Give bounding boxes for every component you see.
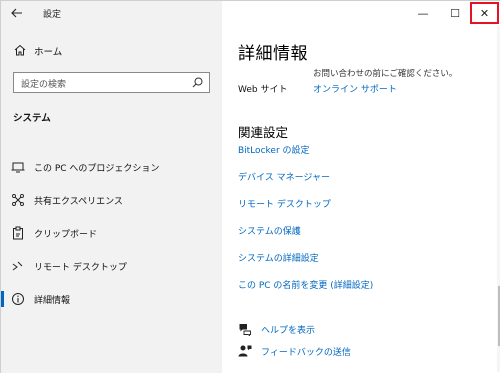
sidebar-section-system: システム bbox=[13, 113, 51, 124]
close-icon: ✕ bbox=[479, 6, 490, 20]
arrow-left-icon bbox=[11, 8, 22, 18]
app-title: 設定 bbox=[43, 10, 62, 20]
feedback-label: フィードバックの送信 bbox=[261, 348, 351, 358]
feedback-icon bbox=[238, 345, 252, 357]
device-manager-link[interactable]: デバイス マネージャー bbox=[238, 170, 330, 183]
online-support-link[interactable]: オンライン サポート bbox=[313, 82, 397, 95]
sidebar-item-label: クリップボード bbox=[34, 230, 98, 240]
rename-pc-link[interactable]: この PC の名前を変更 (詳細設定) bbox=[238, 278, 373, 291]
minimize-button[interactable]: — bbox=[408, 1, 438, 25]
back-button[interactable] bbox=[7, 3, 27, 23]
get-help-label: ヘルプを表示 bbox=[261, 326, 316, 336]
sidebar-item-label: リモート デスクトップ bbox=[34, 263, 127, 273]
sidebar-item-shared-experiences[interactable]: 共有エクスペリエンス bbox=[1, 187, 222, 213]
home-icon bbox=[14, 44, 26, 56]
maximize-button[interactable]: ☐ bbox=[440, 1, 470, 25]
search-input[interactable]: 設定の検索 bbox=[13, 72, 210, 93]
sidebar-item-projection[interactable]: この PC へのプロジェクション bbox=[1, 154, 222, 180]
sidebar: 設定 ホーム 設定の検索 システム この PC へのプロジェクション 共有エクス… bbox=[1, 1, 222, 373]
shared-experiences-icon bbox=[12, 194, 24, 206]
close-button[interactable]: ✕ bbox=[470, 2, 499, 24]
web-site-label: Web サイト bbox=[238, 85, 288, 95]
sidebar-item-clipboard[interactable]: クリップボード bbox=[1, 220, 222, 246]
selected-indicator bbox=[1, 291, 4, 307]
bitlocker-settings-link[interactable]: BitLocker の設定 bbox=[238, 143, 310, 156]
clipboard-icon bbox=[13, 226, 23, 240]
search-placeholder: 設定の検索 bbox=[21, 80, 67, 90]
advanced-system-settings-link[interactable]: システムの詳細設定 bbox=[238, 251, 319, 264]
settings-window: 設定 ホーム 設定の検索 システム この PC へのプロジェクション 共有エクス… bbox=[0, 0, 500, 373]
sidebar-item-about[interactable]: 詳細情報 bbox=[1, 286, 222, 312]
remote-desktop-icon bbox=[12, 261, 23, 271]
info-icon bbox=[12, 293, 24, 305]
maximize-icon: ☐ bbox=[450, 6, 460, 20]
help-icon bbox=[239, 324, 251, 336]
nav-home[interactable]: ホーム bbox=[1, 39, 222, 63]
titlebar-left: 設定 bbox=[1, 1, 222, 25]
support-note: お問い合わせの前にご確認ください。 bbox=[313, 69, 458, 79]
system-protection-link[interactable]: システムの保護 bbox=[238, 224, 301, 237]
projector-icon bbox=[11, 162, 25, 173]
related-settings-heading: 関連設定 bbox=[238, 125, 289, 140]
sidebar-item-label: この PC へのプロジェクション bbox=[34, 164, 160, 174]
search-icon bbox=[192, 77, 203, 88]
sidebar-item-label: 詳細情報 bbox=[34, 296, 71, 306]
nav-home-label: ホーム bbox=[34, 47, 63, 58]
sidebar-item-remote-desktop[interactable]: リモート デスクトップ bbox=[1, 253, 222, 279]
minimize-icon: — bbox=[417, 6, 429, 20]
main-content: — ☐ ✕ 詳細情報 お問い合わせの前にご確認ください。 Web サイト オンラ… bbox=[222, 1, 500, 373]
sidebar-item-label: 共有エクスペリエンス bbox=[34, 197, 123, 207]
remote-desktop-link[interactable]: リモート デスクトップ bbox=[238, 197, 331, 210]
page-title: 詳細情報 bbox=[238, 44, 308, 64]
